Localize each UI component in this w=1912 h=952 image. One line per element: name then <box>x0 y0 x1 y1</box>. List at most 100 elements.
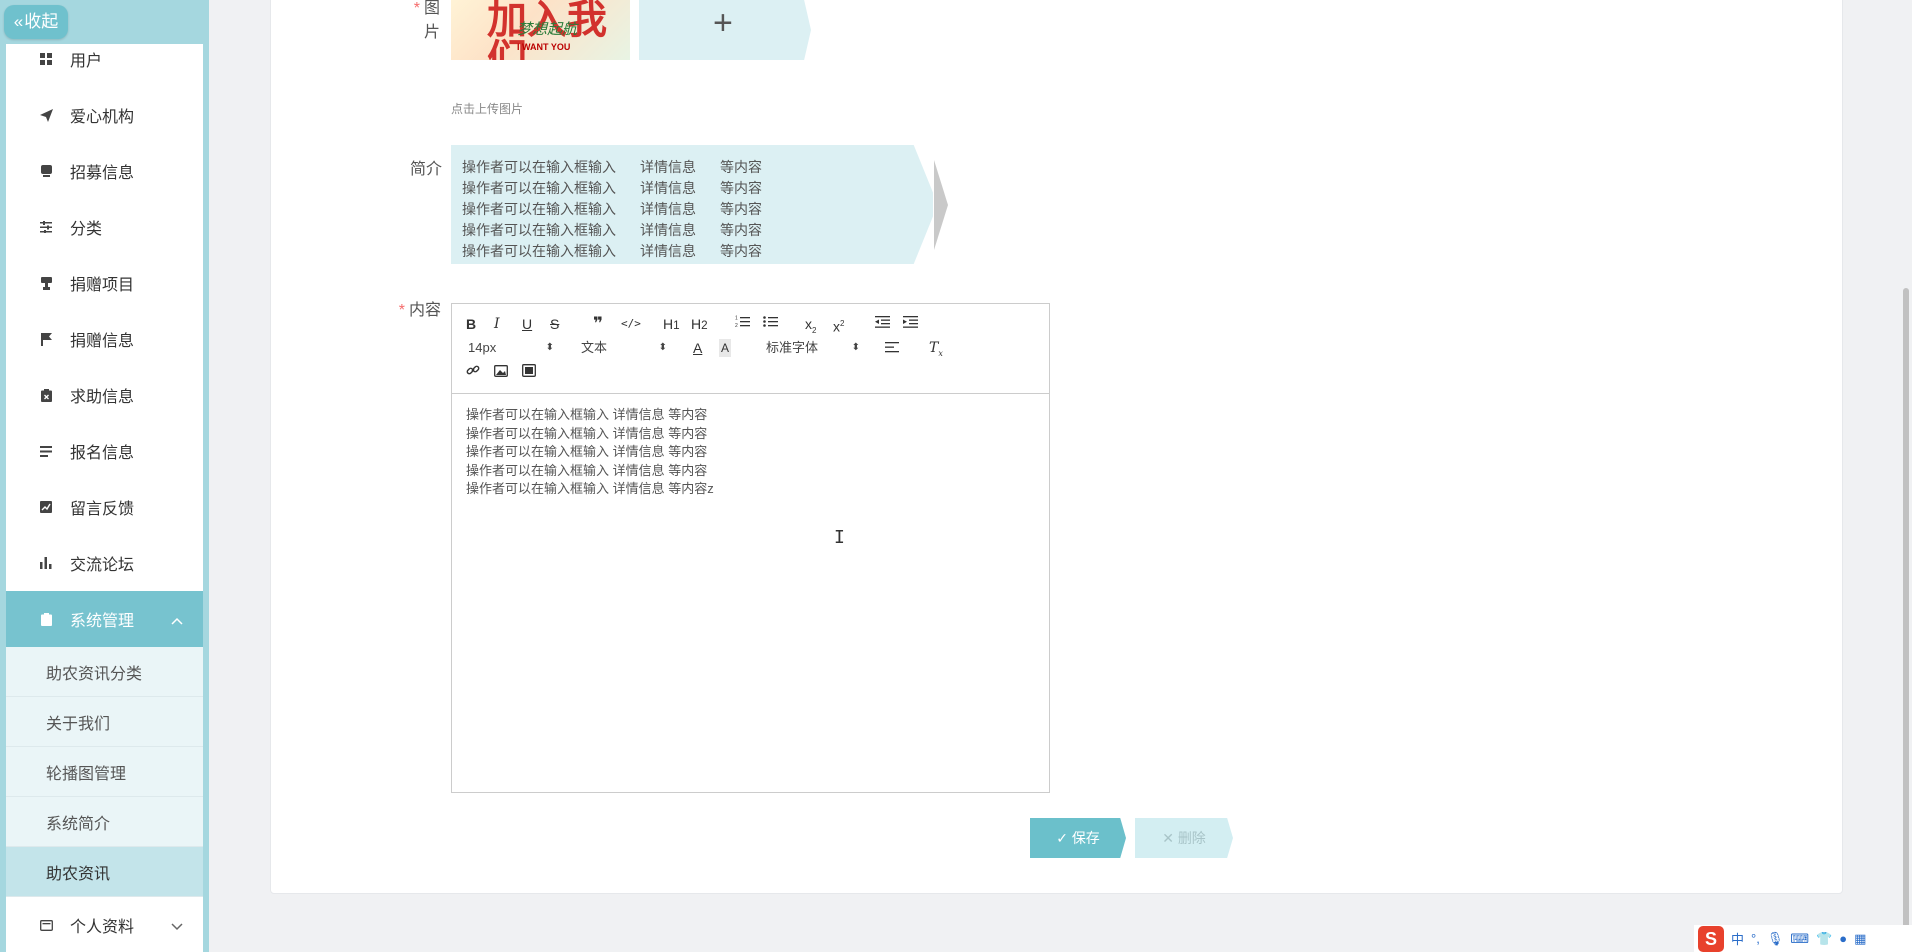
punctuation-icon[interactable]: °, <box>1751 931 1760 946</box>
apps-icon[interactable]: ▦ <box>1854 931 1866 947</box>
ime-mode-toggle[interactable]: 中 <box>1731 929 1744 948</box>
sidebar-item-forum[interactable]: 交流论坛 <box>6 535 203 591</box>
sidebar-subitem-label: 系统简介 <box>46 815 111 833</box>
stamp-icon <box>38 275 54 291</box>
list-icon <box>38 443 54 459</box>
page-scrollbar[interactable] <box>1903 288 1909 928</box>
chevron-up-icon <box>171 612 183 630</box>
sidebar-item-donation-info[interactable]: 捐赠信息 <box>6 311 203 367</box>
sliders-icon <box>38 219 54 235</box>
block-type-select[interactable]: 文本 ⬍ <box>581 339 667 357</box>
svg-text:2: 2 <box>735 323 738 328</box>
sidebar-item-recruit[interactable]: 招募信息 <box>6 143 203 199</box>
indent-icon[interactable] <box>903 314 918 332</box>
sogou-logo-icon[interactable]: S <box>1698 925 1724 952</box>
microphone-icon[interactable]: 🎙 <box>1767 931 1784 947</box>
sidebar-item-users[interactable]: 用户 <box>6 31 203 87</box>
italic-icon[interactable]: I <box>494 315 500 333</box>
check-icon: ✓ <box>1056 830 1068 846</box>
image-upload-button[interactable]: + <box>639 0 811 60</box>
bold-icon[interactable]: B <box>466 315 476 333</box>
grid-icon <box>38 51 54 67</box>
sidebar-item-label: 系统管理 <box>70 613 135 630</box>
bullet-list-icon[interactable] <box>763 314 778 332</box>
outdent-icon[interactable] <box>875 314 890 332</box>
font-color-icon[interactable]: A <box>693 339 702 357</box>
image-icon[interactable] <box>494 363 508 381</box>
sidebar-item-feedback[interactable]: 留言反馈 <box>6 479 203 535</box>
intro-line: 操作者可以在输入框输入 详情信息 等内容 <box>462 222 762 238</box>
underline-icon[interactable]: U <box>522 315 532 333</box>
sidebar-item-label: 招募信息 <box>70 165 135 182</box>
id-card-icon <box>38 917 54 933</box>
sidebar-item-label: 捐赠信息 <box>70 333 135 350</box>
heading-2-icon[interactable]: H2 <box>691 315 708 333</box>
ordered-list-icon[interactable]: 12 <box>735 314 750 332</box>
sidebar-item-label: 求助信息 <box>70 389 135 406</box>
sidebar-item-donation-project[interactable]: 捐赠项目 <box>6 255 203 311</box>
delete-button[interactable]: ✕ 删除 <box>1135 818 1233 858</box>
keyboard-icon[interactable]: ⌨ <box>1790 931 1809 947</box>
content-label: * 内容 <box>396 296 441 320</box>
font-family-select[interactable]: 标准字体 ⬍ <box>766 339 860 357</box>
intro-textarea[interactable]: 操作者可以在输入框输入 详情信息 等内容 操作者可以在输入框输入 详情信息 等内容 操作… <box>451 145 933 264</box>
subscript-icon[interactable]: x2 <box>805 315 816 335</box>
editor-toolbar: B I U S ❞ </> H1 H2 12 x2 x2 14px ⬍ 文本 ⬍… <box>452 304 1049 394</box>
sidebar-item-label: 留言反馈 <box>70 501 135 518</box>
sidebar-subitem-news-category[interactable]: 助农资讯分类 <box>6 647 203 697</box>
clipboard-icon <box>38 611 54 627</box>
content-line: 操作者可以在输入框输入 详情信息 等内容z <box>466 481 714 496</box>
save-button[interactable]: ✓ 保存 <box>1030 818 1126 858</box>
close-icon: ✕ <box>1162 830 1174 846</box>
superscript-icon[interactable]: x2 <box>833 315 844 335</box>
image-label: * 图片 <box>400 0 440 42</box>
sidebar-subitem-system-intro[interactable]: 系统简介 <box>6 797 203 847</box>
font-size-value: 14px <box>468 340 497 355</box>
heading-1-icon[interactable]: H1 <box>663 315 680 333</box>
link-icon[interactable] <box>466 363 480 381</box>
clipboard-x-icon <box>38 387 54 403</box>
blockquote-icon[interactable]: ❞ <box>593 315 603 333</box>
strikethrough-icon[interactable]: S <box>550 315 559 333</box>
skin-icon[interactable]: 👕 <box>1816 931 1832 947</box>
intro-line: 操作者可以在输入框输入 详情信息 等内容 <box>462 243 762 259</box>
updown-caret-icon: ⬍ <box>545 342 554 353</box>
sidebar-item-label: 爱心机构 <box>70 109 135 126</box>
intro-line: 操作者可以在输入框输入 详情信息 等内容 <box>462 201 762 217</box>
sidebar-subitem-label: 助农资讯 <box>46 865 111 883</box>
sidebar-item-charity-org[interactable]: 爱心机构 <box>6 87 203 143</box>
background-color-icon[interactable]: A <box>719 339 732 357</box>
sidebar-item-profile[interactable]: 个人资料 <box>6 897 203 952</box>
sidebar-subitem-news[interactable]: 助农资讯 <box>6 847 203 897</box>
send-icon <box>38 107 54 123</box>
sidebar-subitem-label: 关于我们 <box>46 715 111 733</box>
sidebar-subitem-about-us[interactable]: 关于我们 <box>6 697 203 747</box>
clear-format-icon[interactable]: Tx <box>929 339 943 358</box>
font-size-select[interactable]: 14px ⬍ <box>468 339 554 357</box>
required-mark: * <box>413 0 420 17</box>
sidebar-item-system-management[interactable]: 系统管理 <box>6 591 203 647</box>
align-left-icon[interactable] <box>885 340 899 358</box>
sidebar-item-label: 交流论坛 <box>70 557 135 574</box>
sidebar-item-category[interactable]: 分类 <box>6 199 203 255</box>
chart-line-icon <box>38 499 54 515</box>
sidebar-subitem-label: 助农资讯分类 <box>46 665 143 683</box>
sidebar-item-label: 分类 <box>70 221 103 238</box>
sidebar-subitem-label: 轮播图管理 <box>46 765 127 783</box>
sidebar-subitem-carousel[interactable]: 轮播图管理 <box>6 747 203 797</box>
sidebar-item-signup-info[interactable]: 报名信息 <box>6 423 203 479</box>
double-chevron-left-icon: « <box>13 12 24 31</box>
gamepad-icon[interactable]: ● <box>1839 931 1847 946</box>
video-icon[interactable] <box>522 363 536 381</box>
content-label-text: 内容 <box>408 302 441 319</box>
code-block-icon[interactable]: </> <box>621 315 641 333</box>
uploaded-image-thumbnail[interactable]: 加入我们 梦想起航 I WANT YOU <box>451 0 630 60</box>
content-line: 操作者可以在输入框输入 详情信息 等内容 <box>466 407 708 422</box>
ime-toolbar: S 中 °, 🎙 ⌨ 👕 ● ▦ <box>1694 925 1912 952</box>
chevron-down-icon <box>171 918 183 936</box>
editor-content-area[interactable]: 操作者可以在输入框输入 详情信息 等内容 操作者可以在输入框输入 详情信息 等内… <box>452 394 1049 511</box>
flag-icon <box>38 331 54 347</box>
sidebar-item-label: 个人资料 <box>70 919 135 936</box>
sidebar-item-help-info[interactable]: 求助信息 <box>6 367 203 423</box>
delete-label: 删除 <box>1177 830 1206 846</box>
